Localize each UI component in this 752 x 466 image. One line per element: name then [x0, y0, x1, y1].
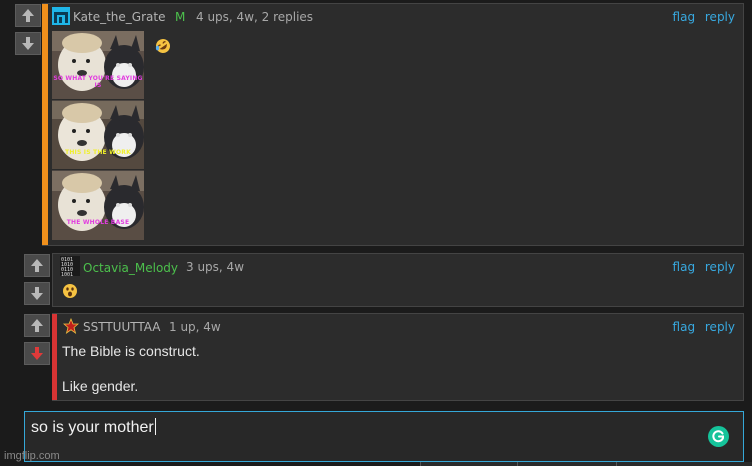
flag-link[interactable]: flag — [673, 10, 696, 24]
comment-text-line: The Bible is construct. — [62, 343, 200, 359]
comment-card: SSTTUUTTAA 1 up, 4w flag reply The Bible… — [52, 313, 744, 401]
red-star-avatar-icon — [63, 318, 79, 334]
cyan-pixel-avatar-icon — [52, 7, 70, 25]
text-caret — [154, 418, 156, 435]
astonished-face-emoji-icon — [63, 284, 77, 298]
meme-caption: THE WHOLE BASE — [66, 219, 130, 226]
comment-actions: flag reply — [667, 10, 735, 24]
rolling-on-floor-laughing-emoji-icon — [155, 39, 170, 53]
username-link[interactable]: Octavia_Melody — [83, 261, 178, 275]
dog-and-husky-photo — [52, 171, 144, 240]
reply-link[interactable]: reply — [705, 10, 735, 24]
vote-column — [24, 254, 50, 306]
downvoted-accent-bar — [52, 314, 57, 400]
comment-meta: 1 up, 4w — [169, 320, 221, 334]
comment-thread-page: Kate_the_Grate M 4 ups, 4w, 2 replies fl… — [0, 0, 752, 466]
arrow-down-icon — [31, 287, 43, 300]
flag-link[interactable]: flag — [673, 260, 696, 274]
meme-image[interactable]: SO WHAT YOU'RE SAYING IS THIS IS THE WOR… — [52, 31, 144, 240]
arrow-up-icon — [31, 319, 43, 332]
svg-text:1001: 1001 — [61, 272, 73, 276]
vote-column — [15, 4, 41, 56]
op-accent-bar — [42, 4, 48, 245]
arrow-down-icon — [22, 37, 34, 50]
watermark: imgflip.com — [4, 450, 60, 462]
meme-panel: SO WHAT YOU'RE SAYING IS — [52, 31, 144, 100]
comment-meta: 4 ups, 4w, 2 replies — [196, 10, 314, 24]
comment-actions: flag reply — [667, 260, 735, 274]
meme-caption: THIS IS THE WORK — [65, 149, 131, 156]
meme-panel: THE WHOLE BASE — [52, 171, 144, 240]
meme-caption: SO WHAT YOU'RE SAYING IS — [53, 75, 143, 89]
vote-column — [24, 314, 50, 366]
flag-link[interactable]: flag — [673, 320, 696, 334]
reply-link[interactable]: reply — [705, 320, 735, 334]
downvote-button[interactable] — [24, 282, 50, 305]
meme-panel: THIS IS THE WORK — [52, 101, 144, 170]
username-link[interactable]: Kate_the_Grate — [73, 10, 165, 24]
username-link[interactable]: SSTTUUTTAA — [83, 320, 161, 334]
upvote-button[interactable] — [24, 314, 50, 337]
comment-card: Kate_the_Grate M 4 ups, 4w, 2 replies fl… — [42, 3, 744, 246]
downvote-button-active[interactable] — [24, 342, 50, 365]
arrow-up-icon — [31, 259, 43, 272]
reply-textarea[interactable]: so is your mother — [24, 411, 744, 462]
grammarly-icon[interactable] — [708, 426, 729, 447]
mod-badge: M — [175, 10, 186, 24]
downvote-button[interactable] — [15, 32, 41, 55]
arrow-up-icon — [22, 9, 34, 22]
comment-actions: flag reply — [667, 320, 735, 334]
upvote-button[interactable] — [15, 4, 41, 27]
comment-meta: 3 ups, 4w — [186, 260, 245, 274]
grammarly-g-glyph — [712, 430, 724, 443]
comment-card: 0101 1010 0110 1001 Octavia_Melody 3 ups… — [52, 253, 744, 307]
upvote-button[interactable] — [24, 254, 50, 277]
binary-code-avatar-icon: 0101 1010 0110 1001 — [60, 256, 80, 276]
bottom-toolbar-strip — [420, 462, 752, 466]
comment-text-line: Like gender. — [62, 378, 139, 394]
dog-and-husky-photo — [52, 101, 144, 169]
reply-input-value[interactable]: so is your mother — [31, 418, 156, 437]
reply-link[interactable]: reply — [705, 260, 735, 274]
arrow-down-icon — [31, 347, 43, 360]
